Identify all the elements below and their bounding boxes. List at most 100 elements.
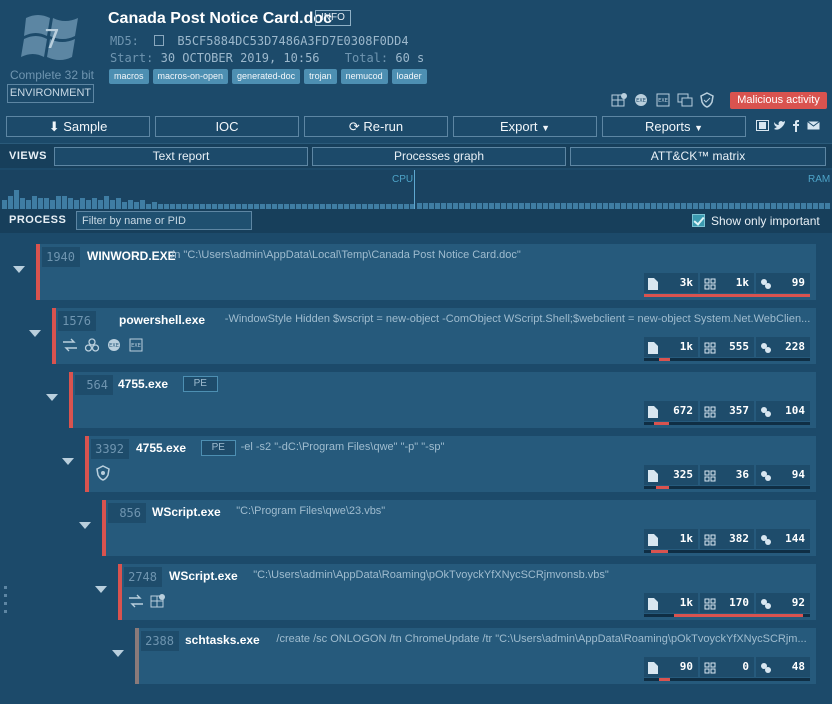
- tag[interactable]: macros-on-open: [152, 69, 229, 84]
- file-count[interactable]: 1k: [644, 593, 698, 613]
- file-count[interactable]: 672: [644, 401, 698, 421]
- registry-count[interactable]: 382: [700, 529, 754, 549]
- collapse-arrow-icon[interactable]: [13, 266, 25, 273]
- network-grid-icon[interactable]: [610, 92, 628, 108]
- caret-down-icon: ▼: [694, 123, 704, 133]
- process-indicators: [128, 593, 166, 609]
- shield-icon[interactable]: [95, 465, 111, 481]
- time-cursor[interactable]: [414, 170, 415, 210]
- process-node[interactable]: 2388 schtasks.exe/create /sc ONLOGON /tn …: [135, 628, 816, 684]
- collapse-arrow-icon[interactable]: [79, 522, 91, 529]
- process-node[interactable]: 2748 WScript.exe "C:\Users\admin\AppData\R…: [118, 564, 816, 620]
- modules-icon: [760, 533, 771, 545]
- file-count[interactable]: 325: [644, 465, 698, 485]
- severity-stripe: [36, 244, 40, 300]
- file-count[interactable]: 90: [644, 657, 698, 677]
- rerun-button[interactable]: ⟳ Re-run: [304, 116, 448, 137]
- process-stats: 672 357 104: [644, 401, 810, 425]
- executable-icon[interactable]: EXE: [106, 337, 122, 353]
- registry-count[interactable]: 0: [700, 657, 754, 677]
- file-count[interactable]: 3k: [644, 273, 698, 293]
- activity-bar: [644, 358, 810, 361]
- module-count[interactable]: 48: [756, 657, 810, 677]
- sample-button[interactable]: ⬇ Sample: [6, 116, 150, 137]
- module-count[interactable]: 144: [756, 529, 810, 549]
- os-version: 7: [44, 25, 61, 55]
- process-node[interactable]: 856 WScript.exe "C:\Program Files\qwe\23.v…: [102, 500, 816, 556]
- registry-count[interactable]: 555: [700, 337, 754, 357]
- cpu-bar: [56, 196, 61, 210]
- show-important-label[interactable]: Show only important: [711, 214, 820, 228]
- collapse-arrow-icon[interactable]: [112, 650, 124, 657]
- registry-icon: [704, 661, 716, 674]
- registry-count[interactable]: 1k: [700, 273, 754, 293]
- show-important-checkbox[interactable]: [692, 214, 705, 227]
- biohazard-icon[interactable]: [84, 337, 100, 353]
- processes-graph-button[interactable]: Processes graph: [312, 147, 566, 166]
- process-stats: 1k 555 228: [644, 337, 810, 361]
- email-icon[interactable]: [807, 119, 820, 132]
- process-pid: 564: [75, 375, 113, 395]
- severity-stripe: [118, 564, 122, 620]
- collapse-arrow-icon[interactable]: [95, 586, 107, 593]
- collapse-arrow-icon[interactable]: [46, 394, 58, 401]
- shield-icon[interactable]: [698, 92, 716, 108]
- tag-list: macros macros-on-open generated-doc troj…: [109, 69, 427, 84]
- registry-count[interactable]: 170: [700, 593, 754, 613]
- activity-bar: [644, 422, 810, 425]
- windows-stack-icon[interactable]: [676, 92, 694, 108]
- film-icon[interactable]: [756, 119, 769, 132]
- exe-file-icon[interactable]: EXE: [654, 92, 672, 108]
- process-filter-input[interactable]: [76, 211, 252, 230]
- attck-matrix-button[interactable]: ATT&CK™ matrix: [570, 147, 826, 166]
- process-node[interactable]: 3392 4755.exe PE -el -s2 "-dC:\Program File…: [85, 436, 816, 492]
- module-count[interactable]: 104: [756, 401, 810, 421]
- ioc-button[interactable]: IOC: [155, 116, 299, 137]
- process-name: WScript.exe: [152, 505, 221, 519]
- process-command-line: -el -s2 "-dC:\Program Files\qwe" "-p" "-…: [240, 441, 445, 453]
- tag[interactable]: nemucod: [340, 69, 388, 84]
- scheduled-task-icon[interactable]: [150, 593, 166, 609]
- environment-button[interactable]: ENVIRONMENT: [7, 84, 94, 103]
- reports-button[interactable]: Reports ▼: [602, 116, 746, 137]
- tag[interactable]: loader: [391, 69, 427, 84]
- svg-text:EXE: EXE: [658, 98, 668, 104]
- exe-icon[interactable]: EXE: [632, 92, 650, 108]
- registry-icon: [704, 405, 716, 418]
- file-count[interactable]: 1k: [644, 337, 698, 357]
- registry-count[interactable]: 36: [700, 465, 754, 485]
- twitter-icon[interactable]: [773, 119, 786, 132]
- process-indicators: EXE EXE: [62, 337, 144, 353]
- drag-handle-icon[interactable]: [4, 586, 7, 618]
- export-button[interactable]: Export ▼: [453, 116, 597, 137]
- process-pid: 3392: [91, 439, 129, 459]
- process-node[interactable]: 1576 powershell.exe -WindowStyle Hidden $w…: [52, 308, 816, 364]
- md5-value[interactable]: B5CF5884DC53D7486A3FD7E0308F0DD4: [177, 34, 408, 48]
- file-count[interactable]: 1k: [644, 529, 698, 549]
- registry-count[interactable]: 357: [700, 401, 754, 421]
- time-row: Start: 30 OCTOBER 2019, 10:56 Total: 60 …: [110, 51, 424, 65]
- file-title: Canada Post Notice Card.doc: [108, 10, 333, 27]
- text-report-button[interactable]: Text report: [54, 147, 308, 166]
- module-count[interactable]: 94: [756, 465, 810, 485]
- process-node[interactable]: 1940 WINWORD.EXE/n "C:\Users\admin\AppDat…: [36, 244, 816, 300]
- copy-icon[interactable]: [154, 35, 165, 46]
- collapse-arrow-icon[interactable]: [62, 458, 74, 465]
- module-count[interactable]: 228: [756, 337, 810, 357]
- tag[interactable]: generated-doc: [232, 69, 301, 84]
- tag[interactable]: macros: [109, 69, 149, 84]
- collapse-arrow-icon[interactable]: [29, 330, 41, 337]
- process-name: WINWORD.EXE: [87, 249, 176, 263]
- exe-file-icon[interactable]: EXE: [128, 337, 144, 353]
- process-name: 4755.exe: [136, 441, 187, 455]
- facebook-icon[interactable]: [790, 119, 803, 132]
- network-icon[interactable]: [128, 593, 144, 609]
- info-button[interactable]: INFO: [315, 10, 351, 26]
- module-count[interactable]: 99: [756, 273, 810, 293]
- network-icon[interactable]: [62, 337, 78, 353]
- tag[interactable]: trojan: [304, 69, 337, 84]
- activity-bar-fill: [674, 614, 803, 617]
- process-node[interactable]: 564 4755.exe PE 672 357 104: [69, 372, 816, 428]
- process-command-line: "C:\Users\admin\AppData\Roaming\pOkTvoyc…: [253, 569, 609, 581]
- module-count[interactable]: 92: [756, 593, 810, 613]
